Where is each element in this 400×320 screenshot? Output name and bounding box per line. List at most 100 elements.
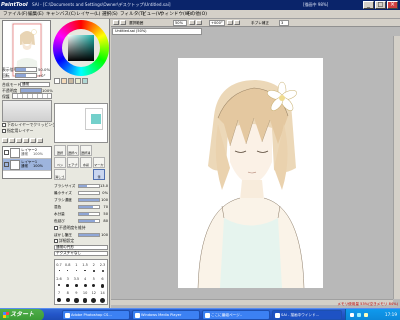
- size-preset[interactable]: 1: [73, 262, 79, 268]
- layer-row[interactable]: レイヤー2 通常 100%: [3, 147, 51, 159]
- size-preset[interactable]: 0.7: [56, 262, 62, 268]
- clear-layer-button[interactable]: [30, 138, 36, 143]
- size-preset[interactable]: 5: [91, 276, 97, 282]
- color-preview: [85, 108, 103, 130]
- size-preset[interactable]: 2: [91, 262, 97, 268]
- menu-filter[interactable]: フィルタ(T): [120, 10, 145, 19]
- task-photoshop[interactable]: Adobe Photoshop CS...: [62, 310, 130, 320]
- keep-opacity-checkbox[interactable]: [54, 226, 58, 230]
- task-label: SAI - 描画中ウインド...: [281, 313, 320, 317]
- tool-pen[interactable]: ペン: [54, 157, 66, 168]
- size-preset[interactable]: 2.6: [56, 276, 62, 282]
- trash-icon[interactable]: [37, 138, 43, 143]
- brush-texture-select[interactable]: テクスチャなし: [54, 251, 108, 256]
- network-icon[interactable]: [350, 313, 354, 317]
- detail-checkbox[interactable]: [54, 239, 58, 243]
- tool-watercolor[interactable]: 水彩: [80, 157, 92, 168]
- eye-icon[interactable]: [4, 162, 9, 167]
- tool-select[interactable]: 選択: [54, 145, 66, 156]
- zoom-select[interactable]: 50%: [173, 20, 187, 26]
- ime-icon[interactable]: [364, 313, 368, 317]
- blend-slider[interactable]: [78, 205, 100, 209]
- clip-checkbox[interactable]: [2, 123, 6, 127]
- copy-layer-button[interactable]: [16, 138, 22, 143]
- brush-size-row[interactable]: ブラシサイズ 13.0: [54, 183, 108, 189]
- protect-options[interactable]: [12, 93, 52, 99]
- window-title: SAI - [C:\Documents and Settings\Owner\デ…: [32, 2, 171, 7]
- dilution-slider[interactable]: [78, 212, 100, 216]
- new-layer-button[interactable]: [2, 138, 8, 143]
- density-value: 100: [101, 198, 108, 202]
- zoom-out-button[interactable]: [189, 20, 195, 25]
- new-folder-button[interactable]: [9, 138, 15, 143]
- swatch-teal[interactable]: [82, 78, 88, 84]
- brush-size-slider[interactable]: [78, 184, 100, 188]
- swatch-cream[interactable]: [75, 78, 81, 84]
- menu-other[interactable]: その他(O): [186, 10, 207, 19]
- size-preset[interactable]: 3.5: [73, 276, 80, 282]
- size-preset[interactable]: 1.5: [82, 262, 88, 268]
- dilution-row[interactable]: 水分量 50: [54, 211, 108, 217]
- blend-mode-select[interactable]: 通常: [20, 82, 50, 87]
- task-sai[interactable]: SAI - 描画中ウインド...: [272, 310, 342, 320]
- size-preset[interactable]: 12: [91, 290, 97, 296]
- size-preset[interactable]: 8: [65, 290, 71, 296]
- menu-file[interactable]: ファイル(F): [3, 10, 28, 19]
- tool-select-pen[interactable]: 選択ペン: [67, 145, 79, 156]
- layer-row-selected[interactable]: レイヤー1 通常 100%: [3, 159, 51, 171]
- density-row[interactable]: ブラシ濃度 100: [54, 197, 108, 203]
- merge-layer-button[interactable]: [23, 138, 29, 143]
- rotate-right-button[interactable]: [234, 20, 240, 25]
- saturation-value-picker[interactable]: [68, 35, 94, 61]
- deselect-button[interactable]: [113, 20, 119, 25]
- menu-layer[interactable]: レイヤー(L): [76, 10, 100, 19]
- task-browser[interactable]: ここに番組ページ..: [202, 310, 270, 320]
- document-tab[interactable]: Untitled.sai (50%): [112, 28, 202, 35]
- brush-shape-select[interactable]: 通常の円形: [54, 245, 108, 250]
- size-preset[interactable]: 4: [82, 276, 88, 282]
- size-preset[interactable]: 3: [65, 276, 71, 282]
- close-button[interactable]: ×: [387, 1, 398, 9]
- eye-icon[interactable]: [4, 150, 9, 155]
- size-preset[interactable]: 7: [56, 290, 62, 296]
- minimize-button[interactable]: _: [363, 1, 374, 9]
- persistence-slider[interactable]: [78, 219, 100, 223]
- angle-select[interactable]: +000°: [209, 20, 225, 26]
- tool-airbrush[interactable]: エアブラシ: [67, 157, 79, 168]
- size-preset[interactable]: 9: [73, 290, 79, 296]
- blur-slider[interactable]: [78, 233, 100, 237]
- task-media-player[interactable]: Windows Media Player: [132, 310, 200, 320]
- stabilizer-select[interactable]: 3: [279, 20, 289, 26]
- tool-marker[interactable]: マーカー: [93, 157, 105, 168]
- size-preset[interactable]: 0.8: [65, 262, 71, 268]
- size-preset[interactable]: 14: [100, 290, 106, 296]
- size-preset[interactable]: 2.3: [100, 262, 106, 268]
- menu-edit[interactable]: 編集(E): [28, 10, 44, 19]
- persistence-row[interactable]: 色延び 80: [54, 218, 108, 224]
- select-source-checkbox[interactable]: [2, 129, 6, 133]
- size-preset[interactable]: 6: [100, 276, 106, 282]
- volume-icon[interactable]: [357, 313, 361, 317]
- swatch-white[interactable]: [54, 78, 60, 84]
- menu-select[interactable]: 選択(S): [102, 10, 118, 19]
- min-size-slider[interactable]: [78, 191, 100, 195]
- size-preset[interactable]: 10: [82, 290, 88, 296]
- drawing-canvas[interactable]: [178, 58, 323, 289]
- rotate-left-button[interactable]: [227, 20, 233, 25]
- zoom-in-button[interactable]: [196, 20, 202, 25]
- menu-canvas[interactable]: キャンバス(C): [46, 10, 76, 19]
- zoom-slider[interactable]: [15, 67, 37, 72]
- min-size-row[interactable]: 最小サイズ 0%: [54, 190, 108, 196]
- vertical-scrollbar[interactable]: [393, 36, 400, 299]
- tool-brush[interactable]: 筆: [93, 169, 105, 180]
- density-slider[interactable]: [78, 198, 100, 202]
- blend-row[interactable]: 混色 70: [54, 204, 108, 210]
- invert-select-button[interactable]: [120, 20, 126, 25]
- swatch-beige[interactable]: [68, 78, 74, 84]
- start-button[interactable]: スタート: [0, 309, 44, 320]
- swatch-skin[interactable]: [61, 78, 67, 84]
- tool-eraser[interactable]: 消しゴム: [54, 169, 66, 180]
- angle-slider[interactable]: [15, 73, 37, 78]
- tool-select-eraser[interactable]: 選択消し: [80, 145, 92, 156]
- maximize-button[interactable]: □: [375, 1, 386, 9]
